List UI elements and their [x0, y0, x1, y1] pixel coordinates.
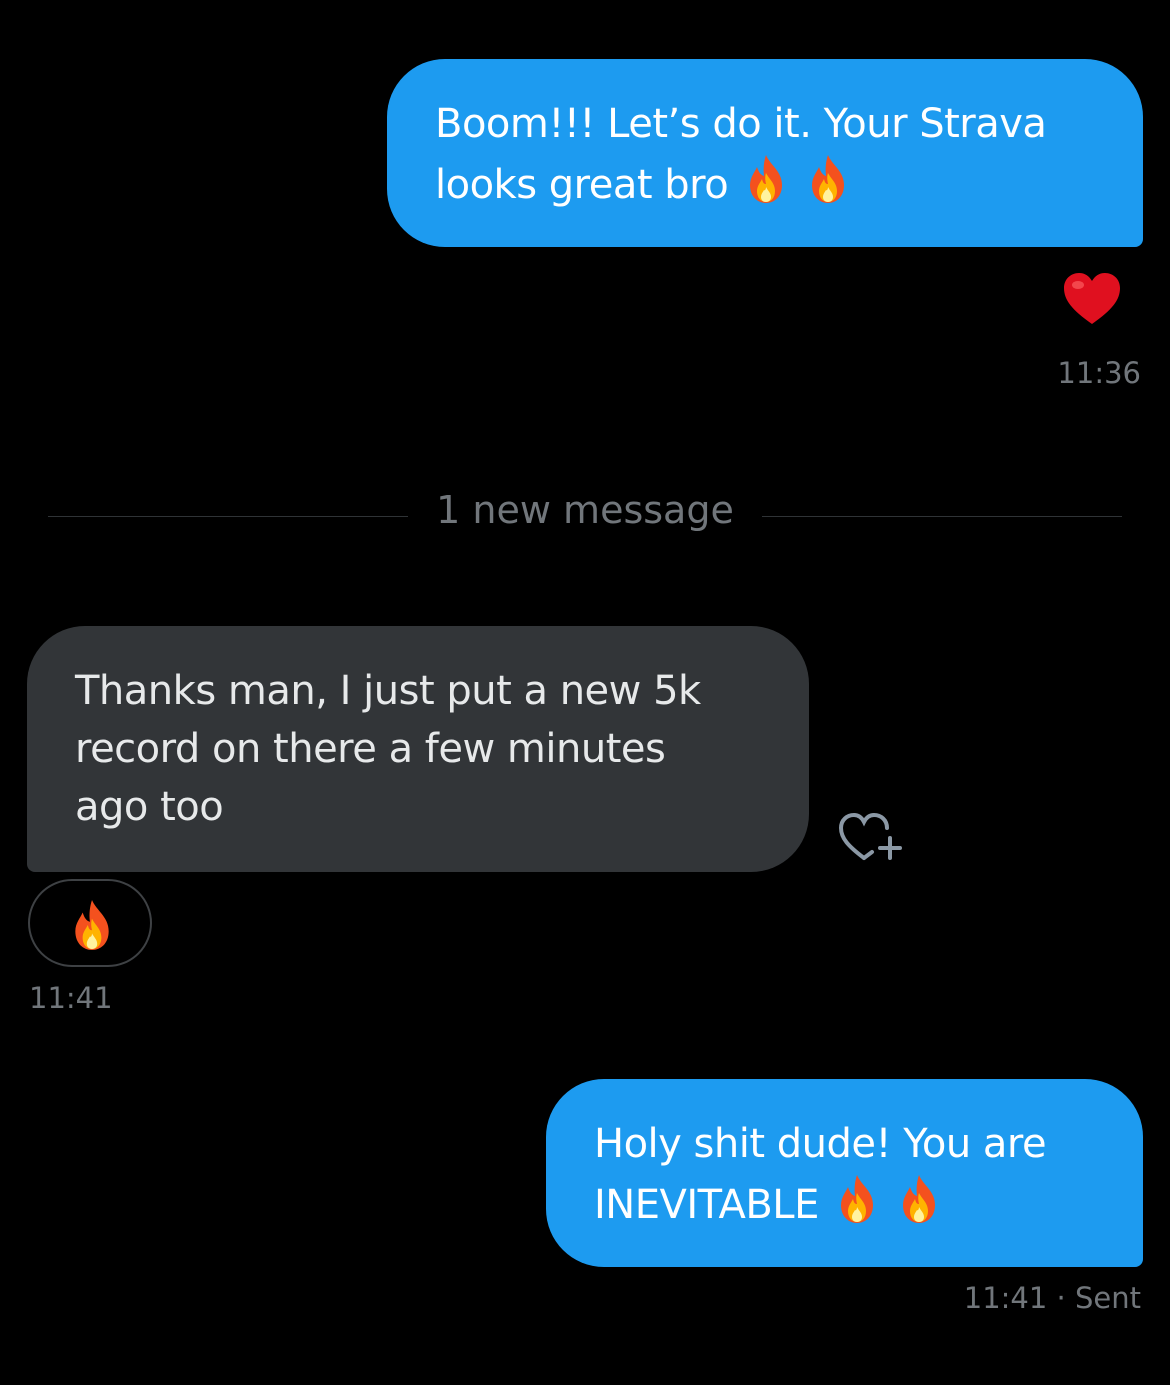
heart-reaction[interactable] — [1062, 270, 1122, 328]
message-timestamp: 11:41 — [963, 1281, 1048, 1315]
message-text-line: record on there a few minutes — [75, 726, 666, 772]
add-reaction-button[interactable] — [838, 810, 904, 866]
message-meta: 11:41 · Sent — [964, 1281, 1141, 1315]
fire-emoji-icon — [804, 153, 852, 221]
heart-plus-icon — [838, 812, 904, 870]
new-message-divider: 1 new message — [436, 488, 734, 532]
message-bubble-received[interactable]: Thanks man, I just put a new 5k record o… — [27, 626, 809, 872]
fire-emoji-icon — [833, 1173, 881, 1241]
message-status: Sent — [1074, 1281, 1141, 1315]
heart-emoji-icon — [1062, 273, 1122, 332]
message-bubble-sent[interactable]: Boom!!! Let’s do it. Your Strava looks g… — [387, 59, 1143, 247]
fire-emoji-icon — [895, 1173, 943, 1241]
message-bubble-sent[interactable]: Holy shit dude! You are INEVITABLE — [546, 1079, 1143, 1267]
message-text-line: INEVITABLE — [594, 1182, 819, 1228]
message-text-line: Boom!!! Let’s do it. Your Strava — [435, 101, 1047, 147]
meta-separator: · — [1056, 1281, 1075, 1315]
message-text-line: Thanks man, I just put a new 5k — [75, 668, 701, 714]
message-timestamp: 11:41 — [29, 981, 113, 1015]
message-text-line: Holy shit dude! You are — [594, 1121, 1047, 1167]
message-text-line: ago too — [75, 784, 224, 830]
fire-reaction-pill[interactable] — [28, 879, 152, 967]
fire-emoji-icon — [742, 153, 790, 221]
message-timestamp: 11:36 — [1057, 356, 1141, 390]
fire-emoji-icon — [67, 897, 117, 957]
message-text-line: looks great bro — [435, 162, 729, 208]
